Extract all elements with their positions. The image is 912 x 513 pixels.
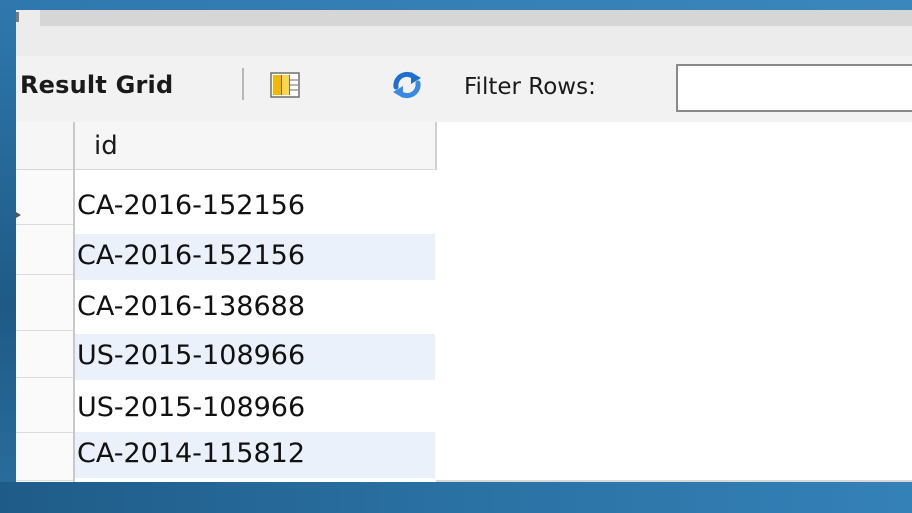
table-row[interactable]: CA-2014-115812 (75, 479, 435, 482)
filter-rows-label: Filter Rows: (464, 74, 596, 100)
refresh-icon[interactable] (390, 70, 424, 100)
result-grid-tab[interactable]: Result Grid (20, 71, 173, 99)
filter-rows-input[interactable] (676, 64, 912, 112)
horizontal-scrollbar[interactable] (436, 480, 912, 482)
slide-background-top (0, 0, 912, 10)
row-selector-column (16, 122, 73, 482)
slide-background-bottom (0, 482, 912, 513)
table-row[interactable]: US-2015-108966 (75, 386, 435, 432)
cell-id[interactable]: US-2015-108966 (77, 391, 305, 425)
cell-id[interactable]: CA-2016-138688 (77, 290, 305, 324)
row-separator (16, 330, 73, 331)
column-header-label: id (94, 131, 118, 161)
row-separator (16, 377, 73, 378)
row-separator (16, 224, 73, 225)
row-selector-header (16, 122, 73, 170)
cell-id[interactable]: CA-2014-115812 (77, 437, 305, 471)
toolbar-layer: Result Grid Filter Rows: id CA-2016-1521… (16, 10, 912, 482)
row-separator (16, 432, 73, 433)
table-row[interactable]: CA-2016-152156 (75, 234, 435, 280)
grid-columns-icon[interactable] (270, 72, 300, 98)
cell-id[interactable]: CA-2016-152156 (77, 189, 305, 223)
row-separator (16, 480, 73, 481)
table-row[interactable]: US-2015-108966 (75, 334, 435, 380)
table-row[interactable]: CA-2014-115812 (75, 432, 435, 478)
cell-id[interactable]: CA-2016-152156 (77, 239, 305, 273)
toolbar-separator (242, 68, 244, 100)
table-row[interactable]: CA-2016-138688 (75, 285, 435, 331)
column-header-id[interactable]: id (75, 122, 437, 170)
table-row[interactable]: CA-2016-152156 (75, 184, 435, 230)
slide-background-left (0, 0, 16, 513)
current-row-pointer-icon (16, 212, 21, 218)
row-separator (16, 274, 73, 275)
cell-id[interactable]: US-2015-108966 (77, 339, 305, 373)
result-grid: id CA-2016-152156 CA-2016-152156 CA-2016… (16, 122, 912, 482)
